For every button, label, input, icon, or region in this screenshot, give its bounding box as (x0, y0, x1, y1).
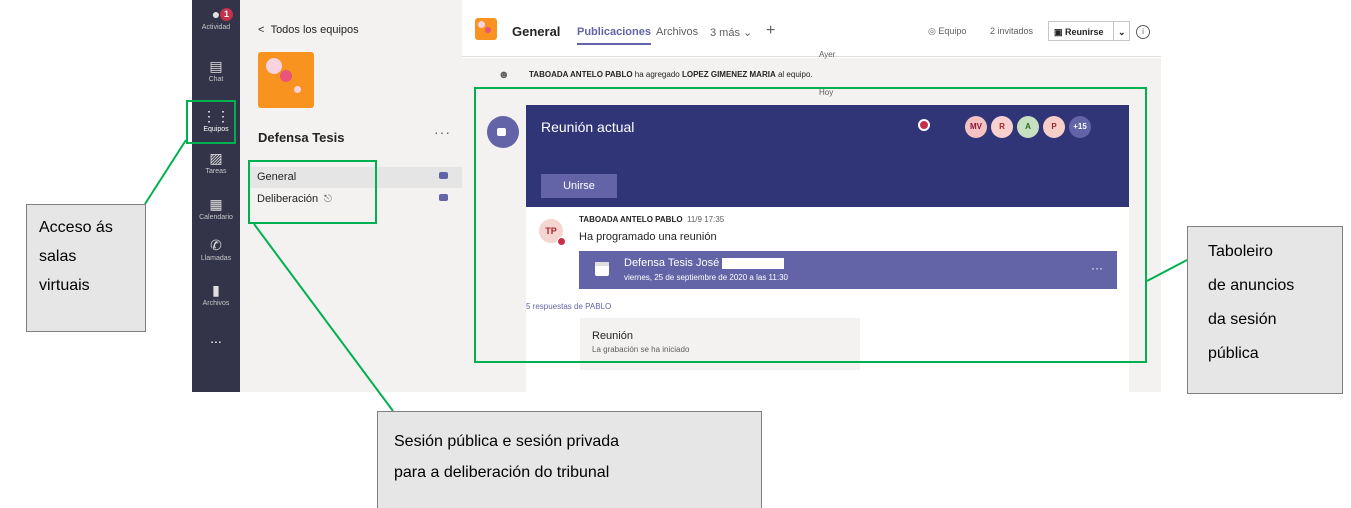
highlight-teams (186, 100, 236, 144)
callout-sessions: Sesión pública e sesión privada para a d… (377, 411, 762, 508)
highlight-channels (248, 160, 377, 224)
callout-board: Taboleiro de anuncios da sesión pública (1187, 226, 1343, 394)
highlight-board (474, 87, 1147, 363)
callout-access: Acceso ás salas virtuais (26, 204, 146, 332)
